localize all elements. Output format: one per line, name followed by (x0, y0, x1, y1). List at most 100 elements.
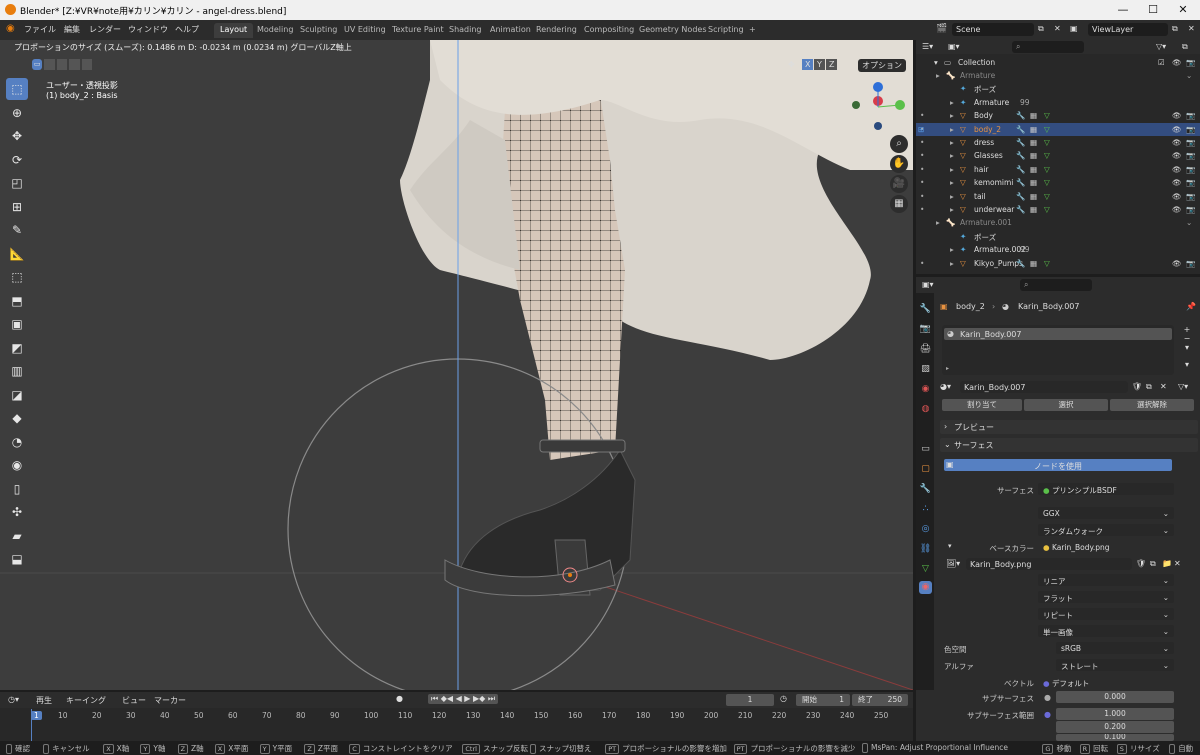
object-tab-icon[interactable]: ▢ (919, 463, 932, 476)
preview-panel-header[interactable]: › プレビュー (940, 420, 1198, 434)
select-subtract-icon[interactable] (56, 59, 68, 70)
expand-icon[interactable]: ▸ (950, 98, 954, 107)
material-slot-item[interactable]: ◕ Karin_Body.007 (944, 328, 1172, 340)
expand-icon[interactable]: ▸ (950, 125, 954, 134)
ortho-grid-icon[interactable]: ▦ (890, 195, 908, 213)
select-box-tool-icon[interactable]: ⬚ (6, 78, 28, 100)
material-name-field[interactable]: Karin_Body.007 (960, 381, 1128, 393)
extension-dropdown[interactable]: リピート ⌄ (1038, 608, 1174, 620)
outliner-row[interactable]: ✦ ポーズ (916, 230, 1200, 243)
outliner-row[interactable]: ▸ 🦴 Armature.001 ⌄ (916, 216, 1200, 229)
interpolation-dropdown[interactable]: リニア ⌄ (1038, 574, 1174, 586)
eye-icon[interactable]: 👁 (1172, 151, 1182, 160)
eye-icon[interactable]: 👁 (1172, 205, 1182, 214)
gizmo-z-neg[interactable] (874, 122, 882, 130)
poly-build-tool-icon[interactable]: ◆ (6, 407, 28, 429)
outliner-row[interactable]: ▸ ▽ dress 🔧 ▦ ▽ 👁 📷 • (916, 136, 1200, 149)
eye-icon[interactable]: 👁 (1172, 165, 1182, 174)
outliner-row[interactable]: ▸ ▽ Body 🔧 ▦ ▽ 👁 📷 • (916, 109, 1200, 122)
deselect-button[interactable]: 選択解除 (1110, 399, 1194, 411)
distribution-dropdown[interactable]: GGX ⌄ (1038, 507, 1174, 519)
properties-search-input[interactable] (1020, 279, 1092, 291)
expand-icon[interactable]: ▸ (950, 165, 954, 174)
workspace-tab[interactable]: Shading (443, 23, 488, 38)
radius-x-field[interactable]: 1.000 (1056, 708, 1174, 720)
eye-icon[interactable]: 👁 (1172, 58, 1182, 67)
view-layer-tab-icon[interactable]: ▨ (919, 363, 932, 376)
expand-icon[interactable]: ▸ (950, 245, 954, 254)
scene-icon[interactable]: 🎬 (936, 24, 947, 34)
rip-tool-icon[interactable]: ⬓ (6, 548, 28, 570)
expand-icon[interactable]: ▸ (936, 71, 940, 80)
camera-icon[interactable]: 📷 (1186, 192, 1195, 201)
expand-icon[interactable]: ▸ (950, 111, 954, 120)
new-collection-icon[interactable]: ⧉ (1182, 42, 1188, 52)
list-expand-icon[interactable]: ▸ (946, 365, 949, 372)
menu-file[interactable]: ファイル (24, 24, 56, 35)
scene-selector[interactable]: Scene (952, 23, 1034, 36)
base-color-field[interactable]: ● Karin_Body.png (1038, 541, 1174, 553)
loop-cut-tool-icon[interactable]: ▥ (6, 360, 28, 382)
outliner-row[interactable]: ▸ ▽ body_2 🔧 ▦ ▽ 👁 📷 • ⊞ (916, 122, 1200, 136)
expand-icon[interactable]: ▸ (950, 259, 954, 268)
blender-menu-icon[interactable]: ◉ (6, 23, 15, 34)
visibility-dot-icon[interactable]: • (920, 178, 924, 187)
outliner-search-input[interactable] (1012, 41, 1084, 53)
surface-shader-field[interactable]: ● プリンシプルBSDF (1038, 483, 1174, 495)
output-tab-icon[interactable]: 🖨 (919, 343, 932, 356)
duplicate-image-icon[interactable]: ⧉ (1150, 559, 1156, 569)
inset-tool-icon[interactable]: ▣ (6, 313, 28, 335)
slot-menu-icon[interactable]: ▾ (1180, 343, 1194, 352)
material-slot-list[interactable]: ◕ Karin_Body.007 ▸ (942, 325, 1174, 375)
camera-view-icon[interactable]: 🎥 (890, 175, 908, 193)
subsurface-value-field[interactable]: 0.000 (1056, 691, 1174, 703)
editor-type-icon[interactable]: ▣▾ (922, 280, 934, 289)
pan-hand-icon[interactable]: ✋ (890, 155, 908, 173)
camera-icon[interactable]: 📷 (1186, 205, 1195, 214)
camera-icon[interactable]: 📷 (1186, 138, 1195, 147)
visibility-dot-icon[interactable]: • (920, 192, 924, 201)
workspace-tab[interactable]: Animation (484, 23, 537, 38)
outliner-row[interactable]: ▸ ▽ hair 🔧 ▦ ▽ 👁 📷 • (916, 163, 1200, 176)
scale-tool-icon[interactable]: ◰ (6, 172, 28, 194)
source-dropdown[interactable]: 単一画像 ⌄ (1038, 625, 1174, 637)
select-invert-icon[interactable] (69, 59, 80, 70)
eye-icon[interactable]: 👁 (1172, 138, 1182, 147)
expand-icon[interactable]: ▸ (936, 218, 940, 227)
edit-mode-icon[interactable]: ⊞ (918, 125, 924, 134)
filter-icon[interactable]: ▽▾ (1156, 42, 1166, 51)
camera-icon[interactable]: 📷 (1186, 58, 1195, 67)
eye-icon[interactable]: 👁 (1172, 125, 1182, 134)
radius-y-field[interactable]: 0.200 (1056, 721, 1174, 733)
smooth-tool-icon[interactable]: ◉ (6, 454, 28, 476)
new-viewlayer-icon[interactable]: ⧉ (1172, 24, 1178, 34)
workspace-tab[interactable]: UV Editing (338, 23, 392, 38)
expand-icon[interactable]: ▸ (950, 138, 954, 147)
visibility-dot-icon[interactable]: • (920, 138, 924, 147)
maximize-button[interactable]: ☐ (1138, 2, 1168, 18)
render-tab-icon[interactable]: 📷 (919, 323, 932, 336)
visibility-dot-icon[interactable]: • (920, 111, 924, 120)
particles-tab-icon[interactable]: ∴ (919, 503, 932, 516)
viewlayer-icon[interactable]: ▣ (1070, 24, 1078, 33)
bevel-tool-icon[interactable]: ◩ (6, 337, 28, 359)
outliner-row[interactable]: ▸ ✦ Armature.002 99 (916, 243, 1200, 256)
slot-move-icon[interactable]: ▾ (1180, 360, 1194, 369)
unlink-material-icon[interactable]: ✕ (1160, 382, 1167, 391)
physics-tab-icon[interactable]: ◎ (919, 523, 932, 536)
pin-icon[interactable]: 📌 (1186, 302, 1196, 311)
select-intersect-icon[interactable] (81, 59, 93, 70)
workspace-tab[interactable]: Rendering (530, 23, 583, 38)
outliner-collection-row[interactable]: ▾ ▭ Collection ☑ 👁 📷 (916, 56, 1200, 69)
browse-material-icon[interactable]: ◕▾ (940, 382, 951, 391)
constraints-tab-icon[interactable]: ⛓ (919, 543, 932, 556)
menu-edit[interactable]: 編集 (64, 24, 80, 35)
minimize-button[interactable]: — (1108, 2, 1138, 18)
material-tab-icon[interactable]: ◉ (919, 581, 932, 594)
select-extend-icon[interactable] (44, 59, 55, 70)
transform-tool-icon[interactable]: ⊞ (6, 196, 28, 218)
link-mode-icon[interactable]: ▽▾ (1178, 382, 1188, 391)
camera-icon[interactable]: 📷 (1186, 165, 1195, 174)
use-nodes-button[interactable]: ▣ ノードを使用 (944, 459, 1172, 471)
collapse-icon[interactable]: ⌄ (1186, 71, 1192, 80)
